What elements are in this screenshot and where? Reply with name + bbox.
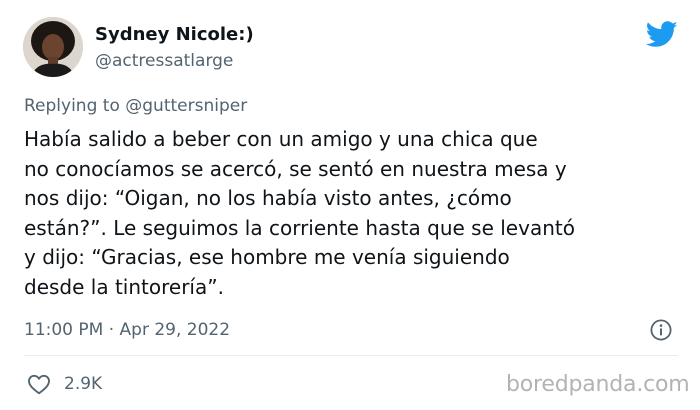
author-name[interactable]: Sydney Nicole:) xyxy=(95,24,254,45)
tweet-timestamp[interactable]: 11:00 PM · Apr 29, 2022 xyxy=(24,320,230,340)
heart-icon[interactable] xyxy=(27,373,51,395)
replying-to-line: Replying to @guttersniper xyxy=(24,96,247,116)
divider xyxy=(24,355,678,356)
like-count[interactable]: 2.9K xyxy=(64,374,102,394)
tweet-text: Había salido a beber con un amigo y una … xyxy=(24,127,575,299)
avatar-photo xyxy=(23,17,83,77)
replying-to-handle[interactable]: @guttersniper xyxy=(125,96,247,116)
watermark: boredpanda.com xyxy=(506,372,690,397)
info-icon[interactable] xyxy=(649,318,673,342)
author-handle[interactable]: @actressatlarge xyxy=(95,51,233,71)
replying-to-label: Replying to xyxy=(24,96,126,116)
twitter-bird-icon[interactable] xyxy=(646,21,678,48)
avatar[interactable] xyxy=(23,17,83,77)
